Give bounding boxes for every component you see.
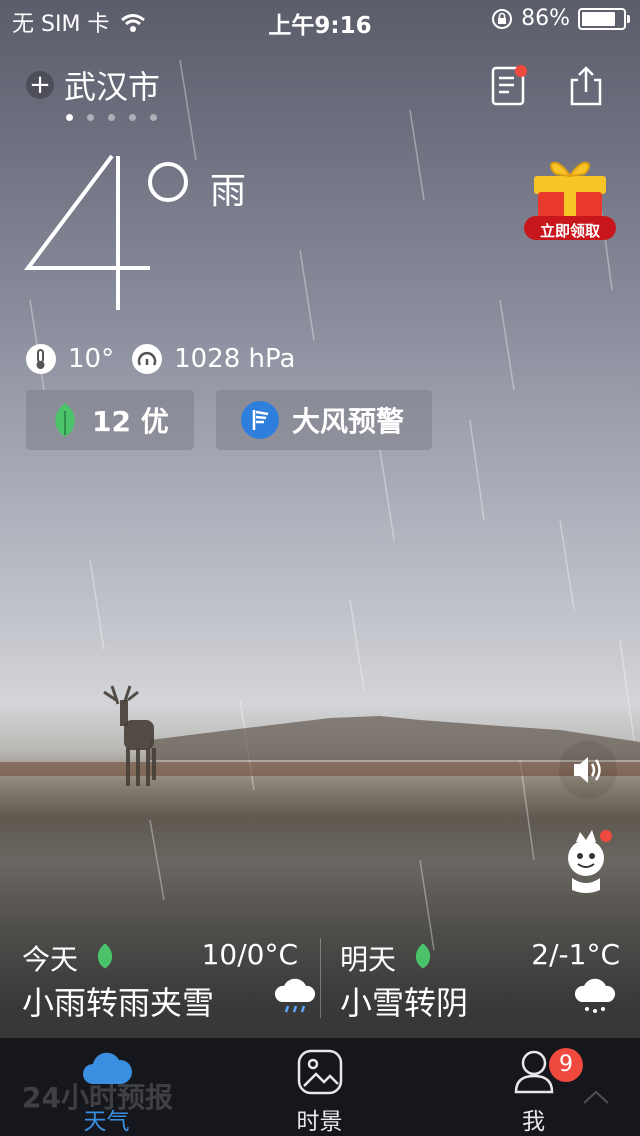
wind-alert-chip[interactable]: 大风预警 (216, 390, 432, 450)
city-name[interactable]: 武汉市 (64, 62, 160, 108)
detail-row: 10° 1028 hPa (26, 344, 295, 374)
gift-promo-button[interactable]: 立即领取 (520, 148, 620, 248)
share-icon (570, 66, 602, 106)
status-right: 86% (491, 6, 630, 31)
wind-warning-icon (241, 401, 279, 439)
forecast-day-label: 明天 (340, 943, 397, 976)
pressure-value: 1028 hPa (174, 344, 296, 374)
voice-broadcast-button[interactable] (558, 740, 618, 800)
battery-icon (578, 7, 630, 30)
rotation-lock-icon (492, 8, 513, 29)
wind-alert-label: 大风预警 (292, 405, 405, 438)
mascot-icon (568, 830, 612, 893)
forecast-desc: 小雪转阴 (340, 984, 469, 1022)
page-dot (129, 114, 136, 121)
mascot-button[interactable] (558, 828, 618, 898)
degree-symbol (148, 162, 188, 202)
tab-bar: 24小时预报 天气 时景 9 我 (0, 1038, 640, 1136)
aqi-label: 12 优 (92, 405, 169, 438)
news-icon (491, 65, 527, 106)
user-icon (514, 1050, 553, 1094)
temperature-value (24, 154, 150, 310)
cloud-icon (82, 1052, 132, 1084)
info-chips: 12 优 大风预警 (26, 390, 432, 450)
tab-weather[interactable]: 天气 (0, 1038, 213, 1136)
status-bar: 无 SIM 卡 上午9:16 86% (0, 0, 640, 40)
thermometer-icon (26, 344, 56, 374)
page-dot (66, 114, 73, 121)
tab-label: 我 (522, 1109, 545, 1135)
top-actions (490, 64, 608, 106)
page-indicator (66, 114, 157, 121)
forecast-temp-range: 10/0°C (201, 938, 298, 971)
rain-cloud-icon (274, 978, 316, 1013)
forecast-tomorrow[interactable]: 明天 2/-1°C 小雪转阴 (340, 918, 620, 1038)
tab-label: 天气 (83, 1109, 130, 1135)
feels-like-value: 10° (68, 344, 115, 374)
aqi-chip[interactable]: 12 优 (26, 390, 194, 450)
forecast-divider (320, 938, 321, 1018)
forecast-temp-range: 2/-1°C (531, 938, 620, 971)
battery-percent: 86% (521, 6, 570, 31)
condition-label: 雨 (210, 171, 247, 212)
forecast-panel: 今天 10/0°C 小雨转雨夹雪 明天 2/-1°C 小雪转阴 (0, 918, 640, 1038)
notification-badge: 9 (549, 1048, 583, 1082)
leaf-icon (415, 943, 431, 969)
page-dot (108, 114, 115, 121)
leaf-icon (97, 943, 113, 969)
city-header: + 武汉市 (26, 62, 160, 108)
tab-scenery[interactable]: 时景 (213, 1038, 426, 1136)
tab-me[interactable]: 9 我 (427, 1038, 640, 1136)
tab-label: 时景 (296, 1109, 343, 1135)
chevron-up-icon[interactable] (581, 1088, 611, 1106)
forecast-today[interactable]: 今天 10/0°C 小雨转雨夹雪 (22, 918, 322, 1038)
gift-label: 立即领取 (539, 222, 600, 240)
leaf-icon (55, 403, 75, 437)
battery-fill (582, 11, 615, 26)
image-icon (297, 1049, 342, 1095)
forecast-day-label: 今天 (22, 943, 79, 976)
news-button[interactable] (490, 64, 530, 106)
snow-cloud-icon (574, 978, 616, 1013)
add-city-button[interactable]: + (26, 71, 54, 99)
page-dot (150, 114, 157, 121)
speaker-icon (559, 741, 617, 799)
share-button[interactable] (568, 64, 608, 106)
page-dot (87, 114, 94, 121)
forecast-desc: 小雨转雨夹雪 (22, 984, 215, 1022)
pressure-icon (132, 344, 163, 374)
